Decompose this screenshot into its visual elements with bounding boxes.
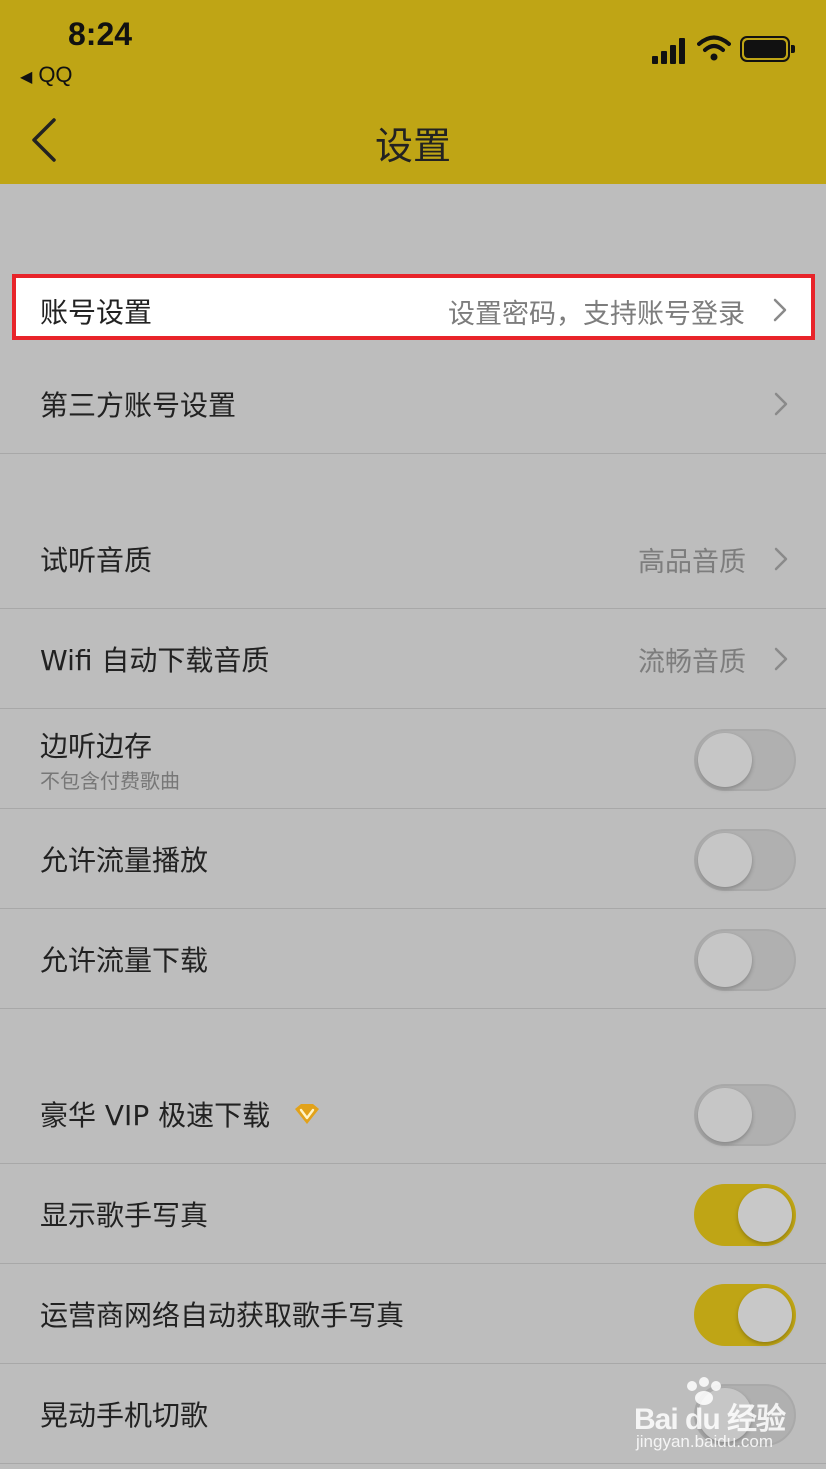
vip-diamond-icon — [295, 1104, 320, 1124]
chevron-right-icon — [774, 547, 788, 571]
preview-quality-label: 试听音质 — [40, 544, 153, 577]
preview-quality-row[interactable]: 试听音质 高品音质 — [0, 509, 826, 609]
chevron-right-icon — [774, 392, 788, 416]
status-time: 8:24 — [68, 16, 133, 52]
wifi-download-quality-value: 流畅音质 — [638, 647, 746, 678]
shake-switch-label: 晃动手机切歌 — [40, 1399, 209, 1432]
third-party-account-row[interactable]: 第三方账号设置 — [0, 354, 826, 454]
status-back-app-label: QQ — [38, 62, 73, 87]
show-singer-photo-label: 显示歌手写真 — [40, 1199, 209, 1232]
cellular-signal-icon — [652, 38, 688, 64]
baidu-jingyan-watermark: Bai du 经验 jingyan.baidu.com — [632, 1376, 792, 1456]
back-triangle-icon: ◀ — [20, 69, 33, 86]
wifi-icon — [697, 35, 731, 61]
chevron-right-icon — [774, 647, 788, 671]
vip-fast-download-label: 豪华 VIP 极速下载 — [40, 1099, 271, 1132]
vip-fast-download-row: 豪华 VIP 极速下载 — [0, 1064, 826, 1164]
top-bar: 8:24 ◀ QQ 设置 — [0, 0, 826, 184]
allow-data-download-toggle[interactable] — [694, 929, 796, 991]
carrier-fetch-photo-label: 运营商网络自动获取歌手写真 — [40, 1299, 405, 1332]
wifi-download-quality-row[interactable]: Wifi 自动下载音质 流畅音质 — [0, 609, 826, 709]
chevron-right-icon — [773, 298, 787, 322]
vip-fast-download-label-wrap: 豪华 VIP 极速下载 — [40, 1094, 321, 1134]
cache-while-play-label: 边听边存 — [40, 730, 153, 763]
preview-quality-value: 高品音质 — [638, 547, 746, 578]
vip-fast-download-toggle[interactable] — [694, 1084, 796, 1146]
carrier-fetch-photo-toggle[interactable] — [694, 1284, 796, 1346]
show-singer-photo-row: 显示歌手写真 — [0, 1164, 826, 1264]
cache-while-play-toggle[interactable] — [694, 729, 796, 791]
allow-data-download-label: 允许流量下载 — [40, 944, 209, 977]
cache-while-play-row: 边听边存 不包含付费歌曲 — [0, 709, 826, 809]
allow-data-play-toggle[interactable] — [694, 829, 796, 891]
account-settings-label: 账号设置 — [40, 296, 153, 329]
account-settings-row[interactable]: 账号设置 设置密码，支持账号登录 — [12, 274, 815, 340]
battery-icon — [740, 36, 795, 62]
wifi-download-quality-label: Wifi 自动下载音质 — [40, 644, 270, 677]
allow-data-play-label: 允许流量播放 — [40, 844, 209, 877]
carrier-fetch-photo-row: 运营商网络自动获取歌手写真 — [0, 1264, 826, 1364]
third-party-account-label: 第三方账号设置 — [40, 389, 237, 422]
account-settings-value: 设置密码，支持账号登录 — [448, 299, 745, 330]
page-title: 设置 — [374, 124, 451, 168]
allow-data-download-row: 允许流量下载 — [0, 909, 826, 1009]
status-back-to-app[interactable]: ◀ QQ — [20, 62, 73, 88]
cache-while-play-sublabel: 不包含付费歌曲 — [40, 769, 180, 793]
allow-data-play-row: 允许流量播放 — [0, 809, 826, 909]
show-singer-photo-toggle[interactable] — [694, 1184, 796, 1246]
watermark-url: jingyan.baidu.com — [636, 1432, 774, 1451]
